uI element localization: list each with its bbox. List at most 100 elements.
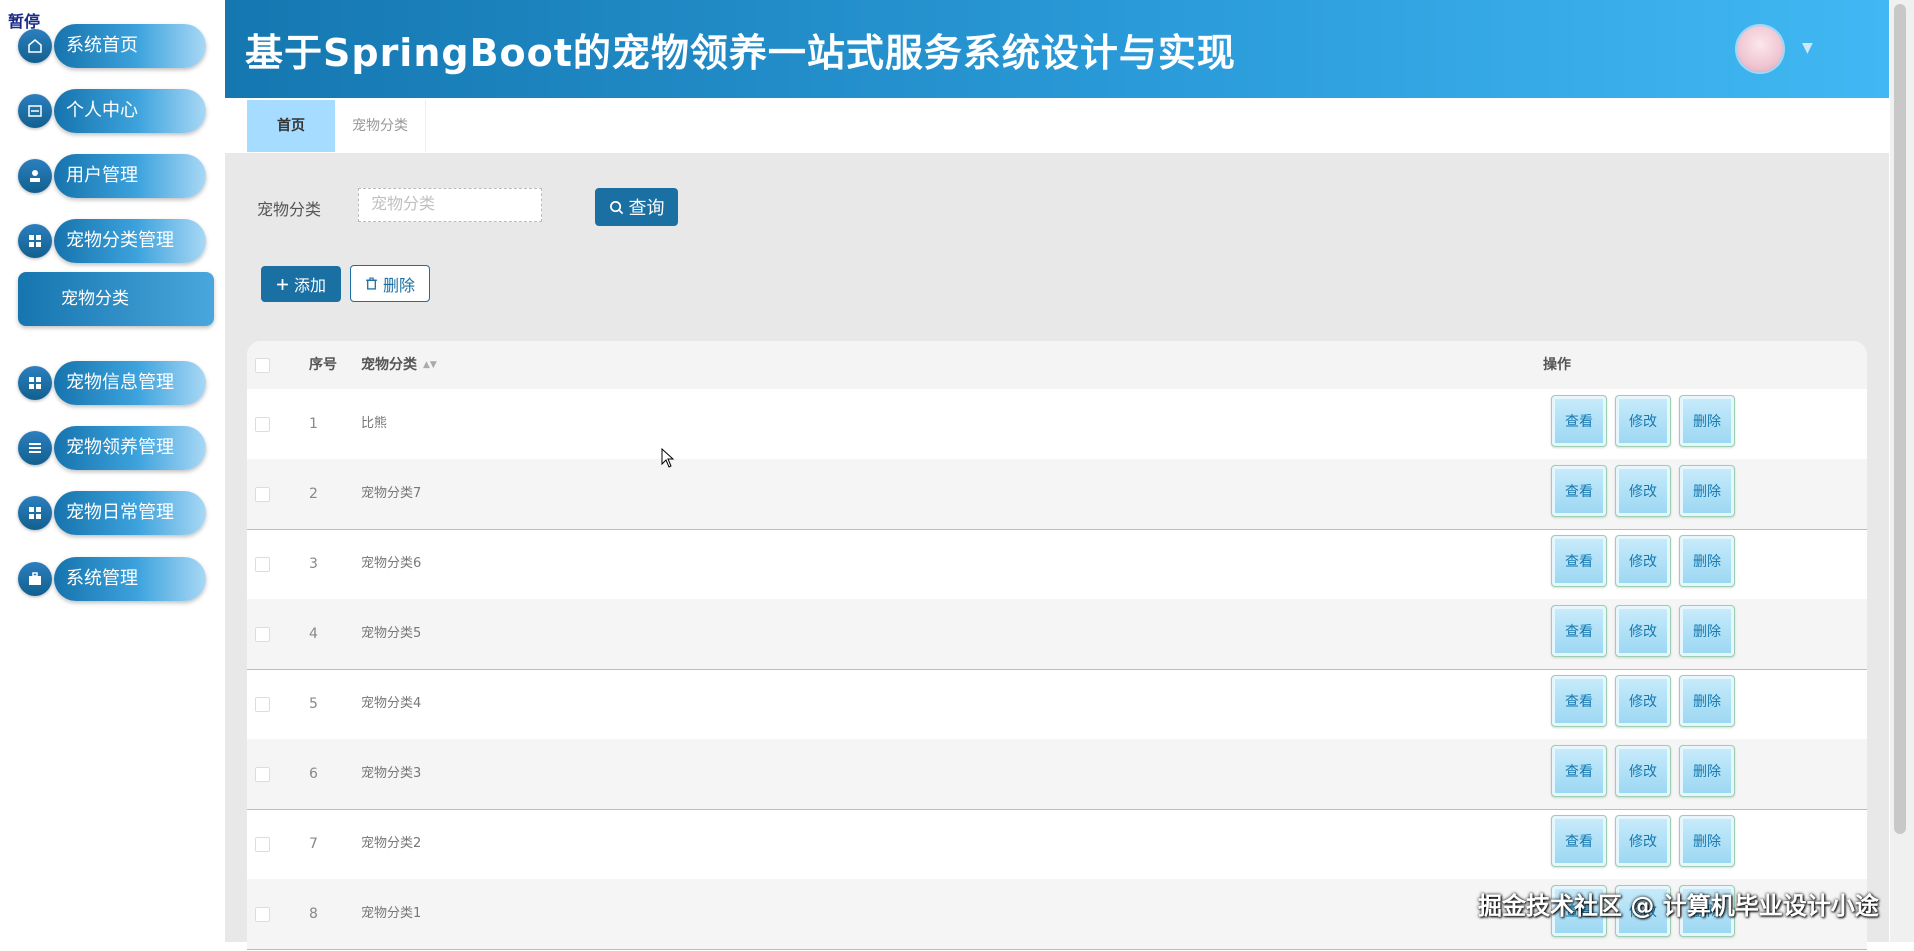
sidebar-subitem-pet-category[interactable]: 宠物分类 — [18, 272, 214, 326]
row-checkbox[interactable] — [255, 907, 270, 922]
chevron-down-icon[interactable]: ▼ — [1802, 40, 1813, 56]
table-row: 4 宠物分类5 查看 修改 删除 — [247, 599, 1867, 670]
edit-button[interactable]: 修改 — [1615, 675, 1671, 727]
add-button-label: 添加 — [293, 276, 326, 295]
row-index: 6 — [309, 766, 318, 782]
delete-button[interactable]: 删除 — [1679, 395, 1735, 447]
row-actions: 查看 修改 删除 — [1551, 535, 1735, 587]
main-content: 宠物分类 查询 添加 删除 序号 宠物分类▲▼ 操作 1比熊查看修改删除2宠物分… — [225, 153, 1889, 951]
sidebar-item-users[interactable]: 用户管理 — [18, 154, 208, 198]
row-checkbox[interactable] — [255, 837, 270, 852]
edit-button[interactable]: 修改 — [1615, 815, 1671, 867]
top-header: 基于SpringBoot的宠物领养一站式服务系统设计与实现 ▼ — [225, 0, 1889, 98]
row-category-name: 比熊 — [361, 416, 388, 431]
grid-icon — [18, 496, 52, 530]
row-actions: 查看 修改 删除 — [1551, 675, 1735, 727]
delete-button[interactable]: 删除 — [1679, 815, 1735, 867]
delete-button[interactable]: 删除 — [1679, 465, 1735, 517]
sidebar-item-label: 系统管理 — [66, 568, 138, 589]
row-index: 4 — [309, 626, 318, 642]
grid-icon — [18, 224, 52, 258]
table-header: 序号 宠物分类 ▲▼ 操作 — [247, 341, 1867, 389]
row-checkbox[interactable] — [255, 557, 270, 572]
edit-button[interactable]: 修改 — [1615, 605, 1671, 657]
page-title: 基于SpringBoot的宠物领养一站式服务系统设计与实现 — [245, 31, 1236, 75]
row-checkbox[interactable] — [255, 417, 270, 432]
table-row: 6 宠物分类3 查看 修改 删除 — [247, 739, 1867, 810]
row-index: 3 — [309, 556, 318, 572]
view-button[interactable]: 查看 — [1551, 395, 1607, 447]
delete-button-label: 删除 — [382, 275, 415, 295]
row-index: 1 — [309, 416, 318, 432]
search-input[interactable] — [358, 188, 542, 222]
pause-label: 暂停 — [8, 12, 41, 31]
view-button[interactable]: 查看 — [1551, 815, 1607, 867]
row-actions: 查看 修改 删除 — [1551, 395, 1735, 447]
sidebar-item-label: 用户管理 — [66, 165, 138, 186]
row-actions: 查看 修改 删除 — [1551, 465, 1735, 517]
sidebar-item-label: 系统首页 — [66, 35, 138, 56]
row-checkbox[interactable] — [255, 487, 270, 502]
delete-button[interactable]: 删除 — [1679, 535, 1735, 587]
row-category-name: 宠物分类1 — [361, 906, 422, 921]
view-button[interactable]: 查看 — [1551, 675, 1607, 727]
data-table: 序号 宠物分类 ▲▼ 操作 1 比熊 查看 修改 删除 2 宠物分类7 查看 修改 删除 3 宠物分类6… — [247, 341, 1867, 951]
edit-button[interactable]: 修改 — [1615, 465, 1671, 517]
batch-delete-button[interactable]: 删除 — [350, 265, 430, 302]
row-index: 5 — [309, 696, 318, 712]
row-index: 7 — [309, 836, 318, 852]
tab-pet-category[interactable]: 宠物分类 — [335, 100, 426, 152]
delete-button[interactable]: 删除 — [1679, 745, 1735, 797]
edit-button[interactable]: 修改 — [1615, 535, 1671, 587]
sidebar-item-adoption[interactable]: 宠物领养管理 — [18, 426, 208, 470]
briefcase-icon — [18, 562, 52, 596]
search-button[interactable]: 查询 — [595, 188, 678, 226]
sidebar-item-system[interactable]: 系统管理 — [18, 557, 208, 601]
table-row: 2 宠物分类7 查看 修改 删除 — [247, 459, 1867, 530]
search-icon — [609, 200, 623, 214]
view-button[interactable]: 查看 — [1551, 465, 1607, 517]
row-category-name: 宠物分类5 — [361, 626, 422, 641]
tab-bar: 首页 宠物分类 — [225, 98, 1889, 154]
avatar[interactable] — [1737, 26, 1783, 72]
view-button[interactable]: 查看 — [1551, 605, 1607, 657]
sidebar-item-daily[interactable]: 宠物日常管理 — [18, 491, 208, 535]
header-index: 序号 — [309, 357, 337, 373]
edit-button[interactable]: 修改 — [1615, 745, 1671, 797]
sort-icon[interactable]: ▲▼ — [423, 360, 437, 370]
watermark: 掘金技术社区 @ 计算机毕业设计小途 — [1478, 892, 1879, 920]
sidebar-item-label: 个人中心 — [66, 100, 138, 121]
table-row: 1 比熊 查看 修改 删除 — [247, 389, 1867, 460]
view-button[interactable]: 查看 — [1551, 535, 1607, 587]
sidebar-item-pet-category[interactable]: 宠物分类管理 — [18, 219, 208, 263]
row-category-name: 宠物分类3 — [361, 766, 422, 781]
scrollbar-thumb[interactable] — [1894, 4, 1906, 834]
sidebar-item-pet-info[interactable]: 宠物信息管理 — [18, 361, 208, 405]
row-category-name: 宠物分类6 — [361, 556, 422, 571]
sidebar-item-home[interactable]: 系统首页 — [18, 24, 208, 68]
delete-button[interactable]: 删除 — [1679, 605, 1735, 657]
table-row: 3 宠物分类6 查看 修改 删除 — [247, 529, 1867, 600]
sidebar-item-label: 宠物分类管理 — [66, 230, 174, 251]
row-checkbox[interactable] — [255, 627, 270, 642]
view-button[interactable]: 查看 — [1551, 745, 1607, 797]
list-icon — [18, 431, 52, 465]
mouse-cursor-icon — [661, 448, 675, 468]
row-category-name: 宠物分类4 — [361, 696, 422, 711]
row-checkbox[interactable] — [255, 767, 270, 782]
edit-button[interactable]: 修改 — [1615, 395, 1671, 447]
sidebar: 系统首页 个人中心 用户管理 宠物分类管理 宠物分类 宠物信息管理 宠物领养管理… — [0, 0, 223, 942]
sidebar-item-profile[interactable]: 个人中心 — [18, 89, 208, 133]
header-name[interactable]: 宠物分类 ▲▼ — [361, 341, 437, 389]
tab-home[interactable]: 首页 — [247, 100, 335, 152]
sidebar-item-label: 宠物领养管理 — [66, 437, 174, 458]
row-checkbox[interactable] — [255, 697, 270, 712]
select-all-checkbox[interactable] — [255, 358, 270, 373]
grid-icon — [18, 366, 52, 400]
delete-button[interactable]: 删除 — [1679, 675, 1735, 727]
page-scrollbar[interactable] — [1890, 0, 1914, 942]
row-actions: 查看 修改 删除 — [1551, 605, 1735, 657]
home-icon — [18, 29, 52, 63]
add-button[interactable]: 添加 — [261, 266, 341, 302]
plus-icon — [277, 278, 288, 290]
